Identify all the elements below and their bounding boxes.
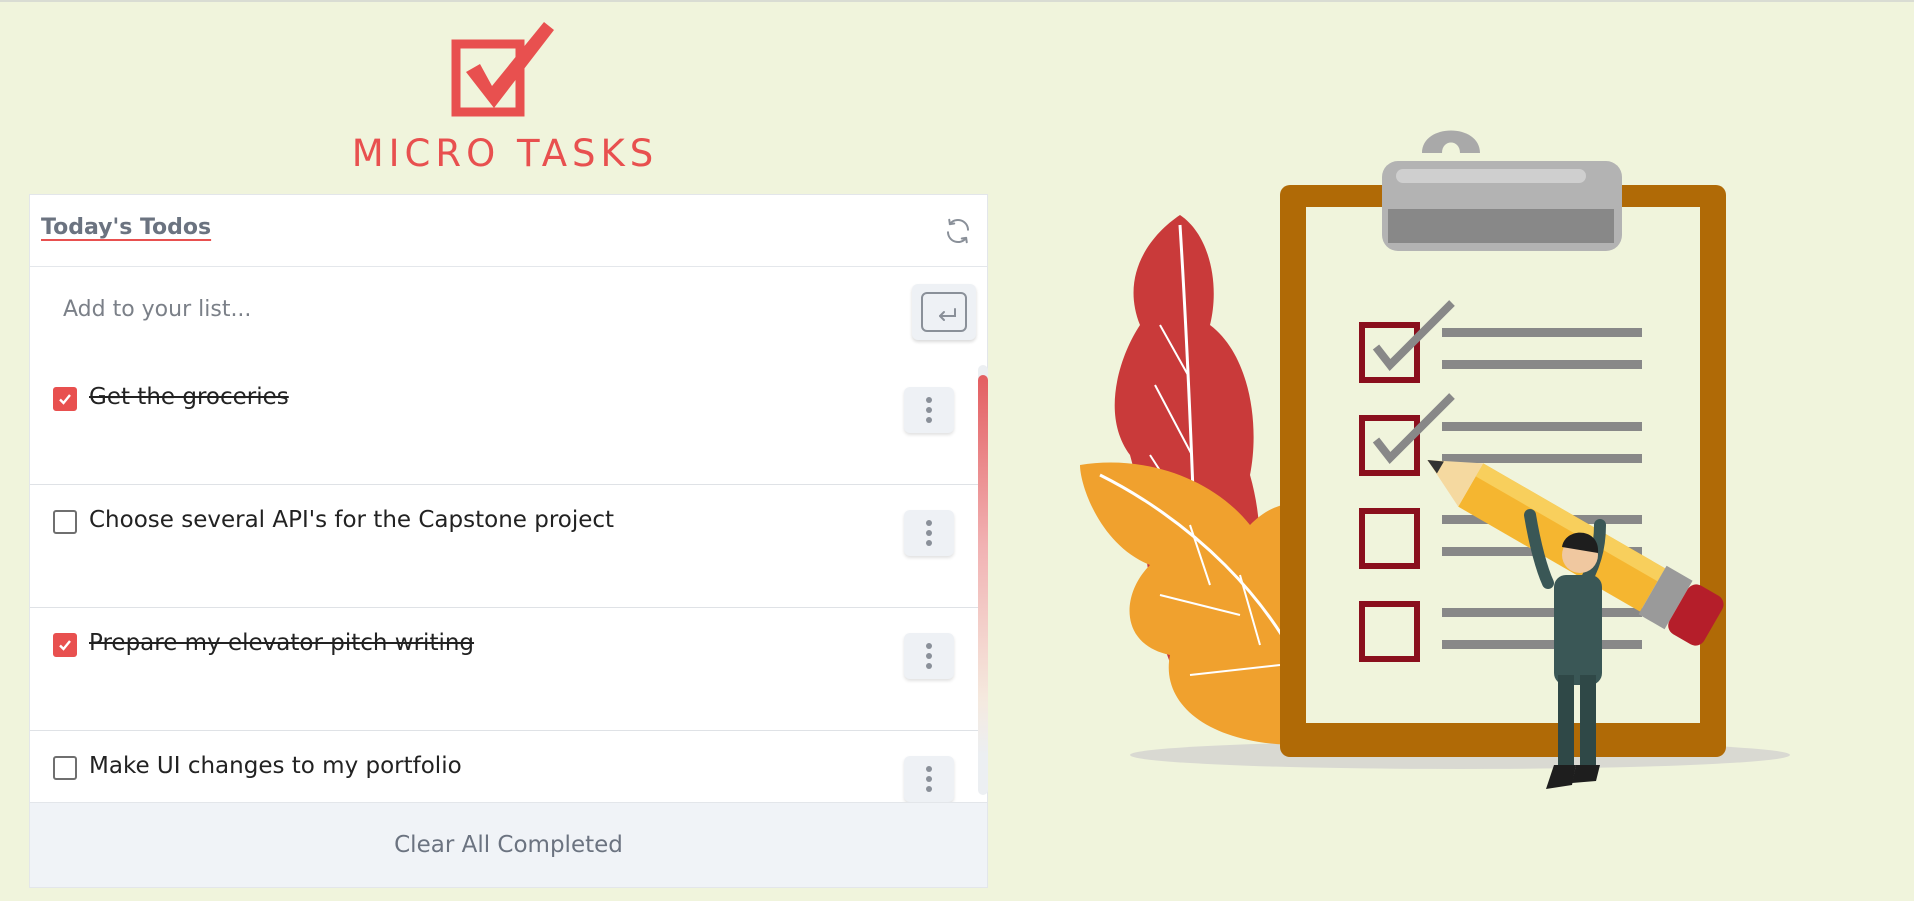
todo-item: Prepare my elevator pitch writing (30, 608, 987, 731)
todo-menu-button[interactable] (904, 387, 954, 433)
todo-text: Make UI changes to my portfolio (89, 753, 462, 779)
checkbox-logo-icon (451, 22, 554, 117)
todo-text: Get the groceries (89, 384, 289, 410)
add-todo-input[interactable] (61, 285, 905, 333)
todo-checkbox[interactable] (53, 633, 77, 657)
scrollbar-thumb[interactable] (978, 375, 988, 755)
more-vertical-icon (926, 397, 932, 423)
todo-menu-button[interactable] (904, 510, 954, 556)
clipboard-illustration (1080, 130, 1790, 789)
refresh-button[interactable] (942, 215, 974, 247)
todo-item: Choose several API's for the Capstone pr… (30, 485, 987, 608)
clipboard-clip (1422, 130, 1480, 153)
refresh-icon (947, 218, 969, 244)
todo-checkbox[interactable] (53, 756, 77, 780)
top-border (0, 0, 1914, 2)
list-scrollbar[interactable] (978, 365, 988, 795)
todo-text: Prepare my elevator pitch writing (89, 630, 475, 656)
todo-text: Choose several API's for the Capstone pr… (89, 507, 615, 533)
more-vertical-icon (926, 520, 932, 546)
todo-list[interactable]: Get the groceries Choose several API's f… (30, 362, 987, 802)
card-title: Today's Todos (41, 215, 212, 240)
enter-key-icon (921, 292, 967, 332)
todo-item: Get the groceries (30, 362, 987, 485)
todo-item: Make UI changes to my portfolio (30, 731, 987, 802)
clear-completed-button[interactable]: Clear All Completed (30, 802, 987, 887)
todo-checkbox[interactable] (53, 510, 77, 534)
more-vertical-icon (926, 766, 932, 792)
todo-card: Today's Todos Get the groceries (29, 194, 988, 888)
todo-menu-button[interactable] (904, 633, 954, 679)
more-vertical-icon (926, 643, 932, 669)
todo-checkbox[interactable] (53, 387, 77, 411)
logo-wordmark: MICRO TASKS (351, 132, 659, 175)
todo-menu-button[interactable] (904, 756, 954, 802)
checkmark-icon (59, 640, 71, 651)
add-todo-button[interactable] (912, 284, 976, 340)
app-logo: MICRO TASKS (330, 20, 690, 175)
add-todo-row (30, 267, 987, 362)
card-header: Today's Todos (30, 195, 987, 267)
checkmark-icon (59, 394, 71, 405)
